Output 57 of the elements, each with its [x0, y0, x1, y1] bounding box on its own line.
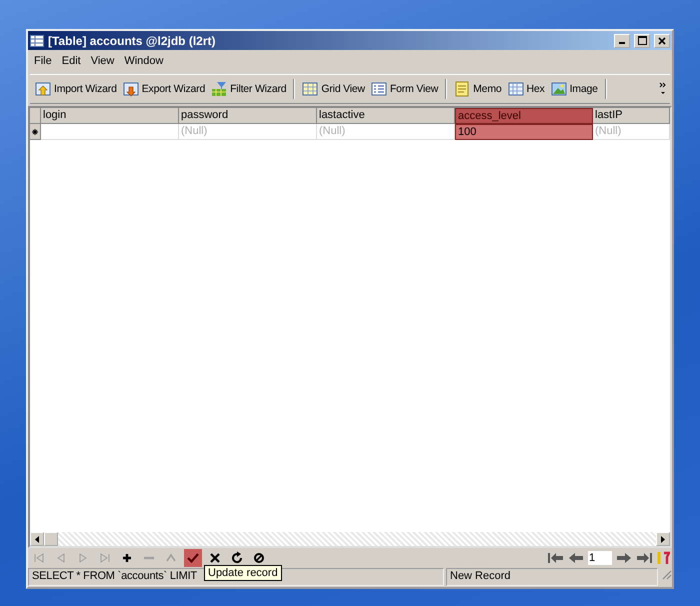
last-icon	[98, 551, 112, 565]
menu-item[interactable]: File	[33, 54, 53, 68]
maximize-icon	[638, 36, 646, 45]
close-icon	[658, 36, 666, 44]
menu-item[interactable]: View	[90, 54, 116, 68]
grid-icon	[302, 81, 318, 97]
table-icon	[30, 34, 44, 46]
close-button[interactable]	[654, 34, 670, 48]
column-header[interactable]: access_level	[455, 108, 593, 124]
refresh-icon	[230, 551, 244, 565]
last-page-icon[interactable]	[636, 552, 652, 564]
toolbar-button[interactable]: Grid View	[300, 79, 367, 99]
column-header[interactable]: lastIP	[593, 108, 670, 124]
page-number-field[interactable]: 1	[588, 551, 612, 565]
minimize-icon	[619, 42, 625, 44]
column-header[interactable]: lastactive	[317, 108, 455, 124]
horizontal-scrollbar[interactable]	[30, 532, 670, 546]
toolbar-button[interactable]: Export Wizard	[120, 79, 208, 99]
window-title: [Table] accounts @l2jdb (l2rt)	[48, 34, 216, 48]
cancel-icon	[208, 551, 222, 565]
toolbar-button[interactable]: Form View	[368, 79, 440, 99]
previous-page-icon[interactable]	[568, 552, 584, 564]
import-icon	[35, 81, 51, 97]
stop-icon	[252, 551, 266, 565]
toolbar-button[interactable]: Image	[548, 79, 600, 99]
first-icon	[32, 551, 46, 565]
column-header[interactable]: password	[179, 108, 317, 124]
record-state-status: New Record	[446, 568, 658, 586]
menu-item[interactable]: Edit	[60, 54, 82, 68]
post-icon	[186, 551, 200, 565]
memo-icon	[454, 81, 470, 97]
column-header[interactable]: login	[41, 108, 179, 124]
form-icon	[370, 81, 387, 97]
toolbar-button[interactable]: Import Wizard	[33, 79, 119, 99]
overflow-chevron-icon[interactable]	[659, 81, 667, 97]
scroll-left-icon	[35, 536, 39, 542]
toolbar-button[interactable]: Hex	[506, 79, 547, 99]
toolbar-button[interactable]: Filter Wizard	[209, 79, 288, 99]
image-icon	[550, 81, 567, 97]
scroll-thumb[interactable]	[44, 532, 58, 546]
post-record-button[interactable]	[184, 549, 202, 567]
scroll-right-icon	[661, 536, 665, 542]
resize-grip-icon[interactable]	[660, 568, 672, 580]
next-page-icon[interactable]	[616, 552, 632, 564]
new-row-icon	[32, 128, 38, 134]
table-cell[interactable]	[41, 124, 179, 140]
first-page-icon[interactable]	[548, 552, 564, 564]
minimize-button[interactable]	[614, 34, 630, 48]
menu-item[interactable]: Window	[123, 54, 164, 68]
hex-icon	[508, 81, 524, 97]
tooltip: Update record	[204, 565, 282, 581]
filter-icon	[211, 81, 228, 97]
export-icon	[122, 81, 139, 97]
table-cell[interactable]: 100	[455, 124, 593, 140]
toolbar-button[interactable]: Memo	[452, 79, 504, 99]
maximize-button[interactable]	[634, 34, 650, 48]
add-icon	[120, 551, 134, 565]
